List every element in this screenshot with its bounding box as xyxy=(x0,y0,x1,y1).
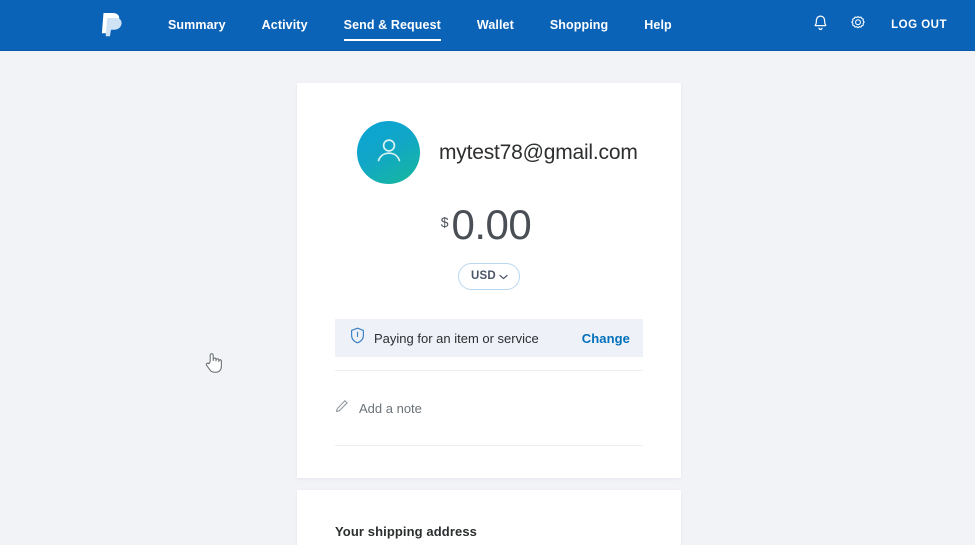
settings-gear-button[interactable] xyxy=(839,6,877,44)
nav-link-activity[interactable]: Activity xyxy=(244,0,326,51)
page-body: mytest78@gmail.com $ 0.00 USD Paying for… xyxy=(0,51,975,545)
payment-purpose-banner[interactable]: Paying for an item or service Change xyxy=(335,319,643,357)
currency-selector[interactable]: USD xyxy=(458,263,520,290)
amount-display[interactable]: $ 0.00 xyxy=(297,204,681,246)
shipping-address-card: Your shipping address xyxy=(297,490,681,545)
nav-link-summary[interactable]: Summary xyxy=(150,0,244,51)
currency-symbol: $ xyxy=(440,214,449,230)
recipient-email: mytest78@gmail.com xyxy=(439,140,638,164)
add-note-label: Add a note xyxy=(359,401,422,416)
settings-gear-icon xyxy=(849,14,867,37)
payment-purpose-label: Paying for an item or service xyxy=(374,330,539,346)
currency-selector-row: USD xyxy=(297,263,681,290)
purpose-divider xyxy=(335,370,643,371)
nav-right-group: LOG OUT xyxy=(801,6,951,44)
notification-bell-button[interactable] xyxy=(801,6,839,44)
nav-link-shopping-label: Shopping xyxy=(549,17,609,32)
pointing-hand-cursor xyxy=(205,352,222,374)
nav-link-wallet-label: Wallet xyxy=(476,17,514,32)
paypal-logo-icon[interactable] xyxy=(98,10,124,40)
add-note-row[interactable]: Add a note xyxy=(335,399,643,418)
nav-link-send-and-request[interactable]: Send & Request xyxy=(326,0,459,51)
shipping-address-title: Your shipping address xyxy=(335,524,477,539)
nav-link-shopping[interactable]: Shopping xyxy=(532,0,626,51)
user-avatar-icon xyxy=(372,133,406,172)
nav-link-help[interactable]: Help xyxy=(626,0,690,51)
chevron-down-icon xyxy=(499,267,508,285)
shield-protection-icon xyxy=(350,327,365,349)
recipient-identity-row: mytest78@gmail.com xyxy=(297,83,681,184)
logout-button[interactable]: LOG OUT xyxy=(877,19,951,31)
nav-link-help-label: Help xyxy=(644,17,672,32)
nav-link-summary-label: Summary xyxy=(168,17,226,32)
nav-link-wallet[interactable]: Wallet xyxy=(459,0,532,51)
send-money-card: mytest78@gmail.com $ 0.00 USD Paying for… xyxy=(297,83,681,478)
nav-links-group: Summary Activity Send & Request Wallet S… xyxy=(150,0,690,51)
nav-link-send-and-request-label: Send & Request xyxy=(343,17,441,32)
nav-link-activity-label: Activity xyxy=(261,17,308,32)
avatar xyxy=(357,121,420,184)
change-purpose-link[interactable]: Change xyxy=(582,331,630,346)
note-divider xyxy=(335,445,643,446)
currency-code-label: USD xyxy=(471,270,496,282)
pencil-edit-icon xyxy=(335,399,349,418)
notification-bell-icon xyxy=(812,13,829,37)
logout-label: LOG OUT xyxy=(891,19,947,31)
top-navigation-bar: Summary Activity Send & Request Wallet S… xyxy=(0,0,975,51)
amount-value: 0.00 xyxy=(451,201,532,248)
